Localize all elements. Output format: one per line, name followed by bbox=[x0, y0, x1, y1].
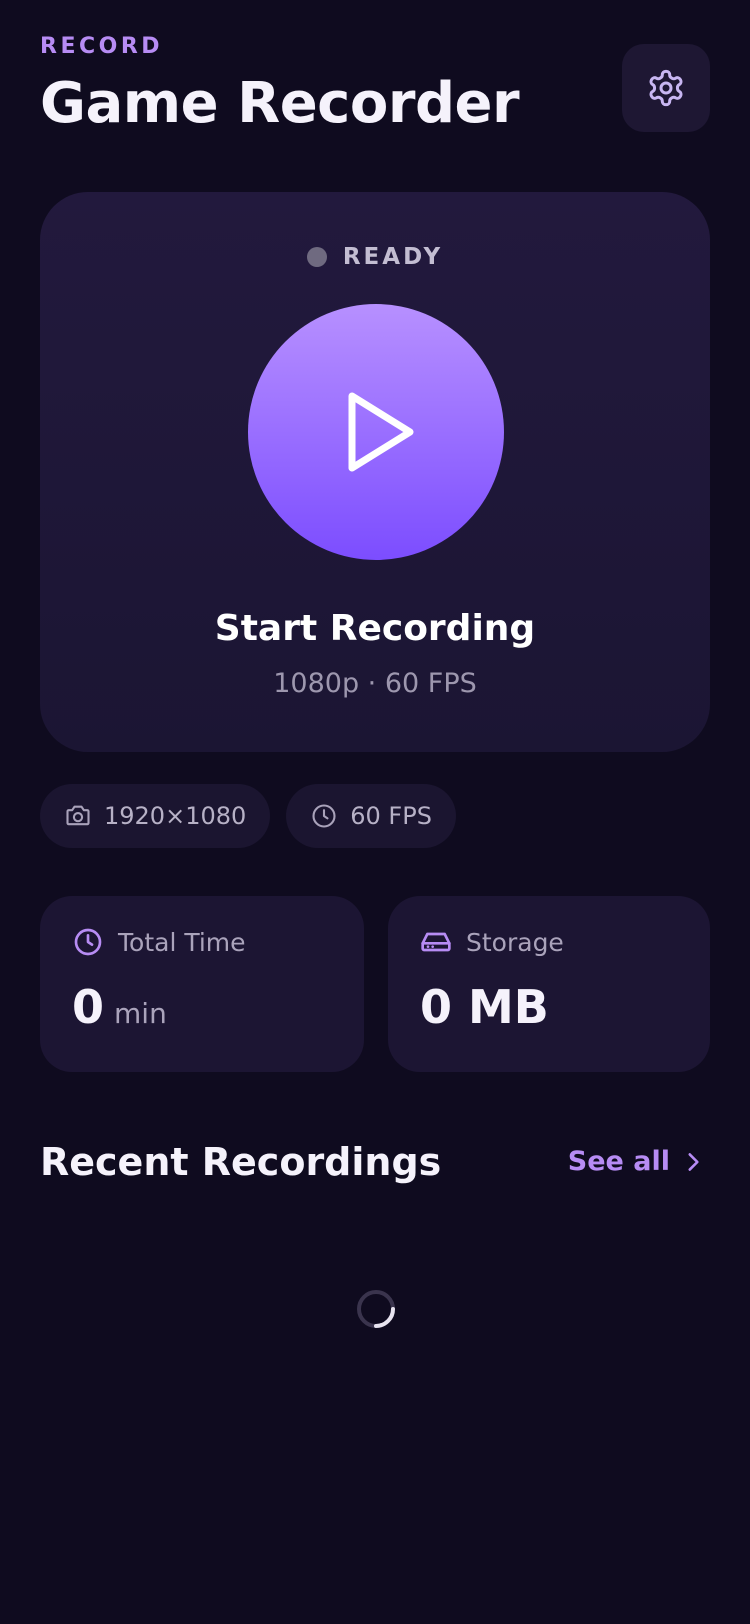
status-label: READY bbox=[342, 244, 444, 270]
total-time-card: Total Time 0 min bbox=[40, 896, 364, 1072]
recording-status: READY bbox=[40, 244, 710, 270]
status-dot bbox=[306, 247, 327, 267]
clock-icon bbox=[312, 804, 336, 828]
start-recording-label: Start Recording bbox=[214, 608, 536, 649]
total-time-value: 0 bbox=[72, 980, 105, 1034]
recent-recordings-title: Recent Recordings bbox=[40, 1140, 442, 1184]
storage-value: 0 MB bbox=[420, 980, 549, 1034]
recorder-card: READY Start Recording 1080p · 60 FPS bbox=[40, 192, 710, 752]
fps-chip-label: 60 FPS bbox=[350, 802, 432, 830]
settings-button[interactable] bbox=[622, 44, 710, 132]
see-all-label: See all bbox=[567, 1146, 670, 1177]
page-title: Game Recorder bbox=[40, 71, 520, 136]
camera-icon bbox=[66, 805, 90, 826]
resolution-chip-label: 1920×1080 bbox=[104, 802, 247, 830]
chevron-right-icon bbox=[688, 1152, 699, 1171]
loading-spinner-icon bbox=[357, 1290, 395, 1328]
start-recording-button[interactable] bbox=[248, 304, 504, 560]
play-icon bbox=[348, 392, 414, 472]
quality-summary: 1080p · 60 FPS bbox=[273, 668, 477, 699]
section-eyebrow: RECORD bbox=[40, 34, 164, 59]
storage-header: Storage bbox=[420, 926, 564, 958]
fps-chip[interactable]: 60 FPS bbox=[286, 784, 456, 848]
header: RECORD Game Recorder bbox=[40, 34, 520, 136]
storage-card: Storage 0 MB bbox=[388, 896, 710, 1072]
clock-icon bbox=[74, 928, 102, 956]
resolution-chip[interactable]: 1920×1080 bbox=[40, 784, 271, 848]
storage-label: Storage bbox=[466, 927, 564, 957]
total-time-label: Total Time bbox=[118, 927, 246, 957]
total-time-value-row: 0 min bbox=[72, 980, 167, 1034]
storage-value-row: 0 MB bbox=[420, 980, 549, 1034]
total-time-header: Total Time bbox=[72, 926, 246, 958]
settings-chips: 1920×1080 60 FPS bbox=[40, 784, 456, 848]
gear-icon bbox=[649, 69, 683, 107]
see-all-link[interactable]: See all bbox=[568, 1146, 706, 1177]
hard-drive-icon bbox=[421, 932, 451, 952]
total-time-unit: min bbox=[114, 997, 167, 1030]
